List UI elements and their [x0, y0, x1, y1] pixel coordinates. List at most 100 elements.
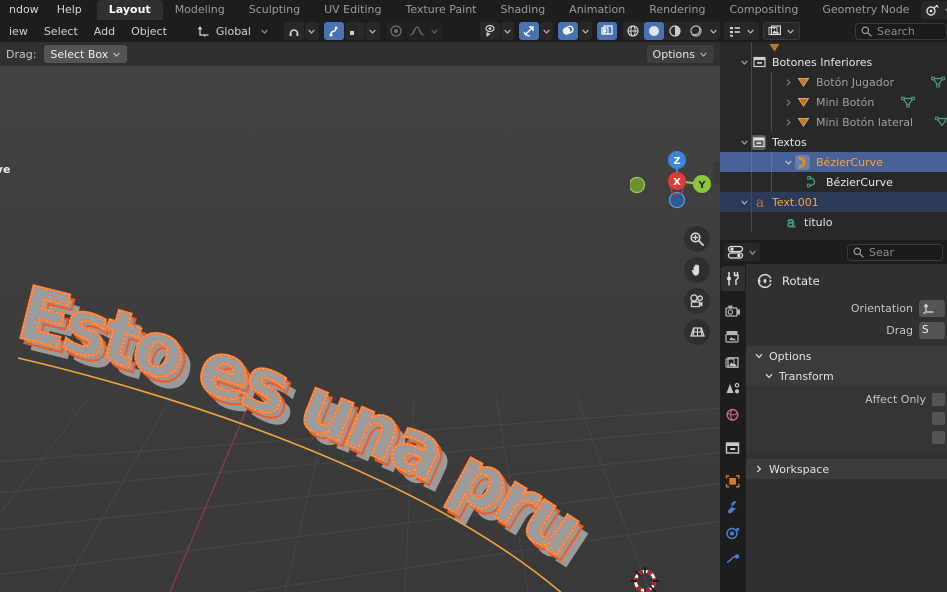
properties-search-input[interactable]: Sear: [847, 243, 943, 261]
outliner-row-clipped[interactable]: [720, 42, 947, 52]
tab-world[interactable]: [721, 403, 745, 428]
tab-tool[interactable]: [721, 266, 745, 291]
scene-browse-button[interactable]: [921, 1, 947, 19]
tab-output[interactable]: [721, 325, 745, 350]
outliner-row-beziercurve-object[interactable]: BézierCurve: [720, 152, 947, 172]
workspace-tab-rendering[interactable]: Rendering: [637, 0, 717, 20]
move-view-icon[interactable]: [684, 257, 710, 283]
falloff-curve-icon[interactable]: [406, 22, 427, 40]
chevron-down-icon[interactable]: [540, 22, 553, 40]
workspace-tab-shading[interactable]: Shading: [488, 0, 557, 20]
drag-field[interactable]: S: [919, 321, 945, 339]
tab-constraints[interactable]: [721, 547, 745, 572]
disclosure-triangle-icon[interactable]: [782, 158, 795, 167]
affect-only-checkbox-3[interactable]: [932, 431, 945, 444]
snap-magnet-icon[interactable]: [283, 22, 304, 40]
panel-transform-header[interactable]: Transform: [746, 366, 947, 386]
chevron-down-icon[interactable]: [579, 22, 592, 40]
panel-options-header[interactable]: Options: [746, 346, 947, 366]
snap-element-dropdown[interactable]: [344, 22, 365, 40]
show-overlays-icon[interactable]: [558, 22, 578, 40]
mesh-data-icon[interactable]: [935, 116, 947, 128]
tab-object[interactable]: [721, 469, 745, 494]
tab-render[interactable]: [721, 299, 745, 324]
chevron-down-icon[interactable]: [784, 22, 797, 40]
outliner-row-mini-boton-lateral[interactable]: Mini Botón lateral: [720, 112, 947, 132]
shading-rendered-icon[interactable]: [686, 22, 706, 40]
editor-type-selector[interactable]: [724, 243, 760, 261]
mesh-data-icon[interactable]: [901, 96, 915, 108]
shading-material-icon[interactable]: [665, 22, 685, 40]
workspace-tab-animation[interactable]: Animation: [557, 0, 637, 20]
properties-editor[interactable]: Sear Rotate Orientation Drag S Options T…: [720, 240, 947, 592]
chevron-down-icon[interactable]: [744, 22, 757, 40]
outliner-row-titulo[interactable]: a titulo: [720, 212, 947, 232]
outliner-row-text-001[interactable]: a Text.001: [720, 192, 947, 212]
mesh-data-icon[interactable]: [931, 76, 945, 88]
outliner-search-input[interactable]: Search: [855, 22, 947, 40]
viewport-sidebar-toggle[interactable]: [713, 162, 720, 184]
transform-orientation-icon: [197, 24, 211, 38]
proportional-edit-icon[interactable]: [385, 22, 406, 40]
disclosure-triangle-icon[interactable]: [782, 78, 795, 87]
options-button[interactable]: Options: [646, 45, 714, 63]
3d-viewport[interactable]: Esto es una prueba Esto es una prueba Es…: [0, 66, 720, 592]
tab-view-layer[interactable]: [721, 351, 745, 376]
tab-physics[interactable]: [721, 521, 745, 546]
disclosure-triangle-icon[interactable]: [738, 198, 751, 207]
tab-scene[interactable]: [721, 377, 745, 402]
tab-collection[interactable]: [721, 436, 745, 461]
affect-only-checkbox-1[interactable]: [932, 393, 945, 406]
outliner-display-mode[interactable]: [724, 22, 759, 40]
workspace-tab-geometry-nodes[interactable]: Geometry Node: [810, 0, 921, 20]
menu-help[interactable]: Help: [48, 0, 91, 20]
outliner-filter-button[interactable]: [763, 22, 800, 40]
workspace-tab-sculpting[interactable]: Sculpting: [237, 0, 312, 20]
menu-view[interactable]: iew: [2, 25, 35, 38]
menu-select[interactable]: Select: [37, 25, 85, 38]
transform-orientation-dropdown[interactable]: Global: [192, 22, 274, 40]
shading-wireframe-icon[interactable]: [623, 22, 643, 40]
chevron-down-icon[interactable]: [427, 22, 442, 40]
shading-solid-icon[interactable]: [644, 22, 664, 40]
xray-toggle-icon[interactable]: [597, 22, 617, 40]
drag-mode-dropdown[interactable]: Select Box: [44, 45, 128, 63]
snap-target-icon[interactable]: [323, 22, 344, 40]
camera-view-icon[interactable]: [684, 288, 710, 314]
disclosure-triangle-icon[interactable]: [738, 138, 751, 147]
show-gizmo-icon[interactable]: [519, 22, 539, 40]
chevron-down-icon[interactable]: [501, 22, 514, 40]
menu-object[interactable]: Object: [124, 25, 174, 38]
chevron-down-icon[interactable]: [365, 22, 380, 40]
chevron-down-icon[interactable]: [707, 22, 720, 40]
outliner-row-botones-inferiores[interactable]: Botones Inferiores: [720, 52, 947, 72]
panel-workspace-header[interactable]: Workspace: [746, 459, 947, 479]
outliner-row-textos[interactable]: Textos: [720, 132, 947, 152]
snap-dropdown-chevron[interactable]: [304, 22, 319, 40]
workspace-tab-compositing[interactable]: Compositing: [717, 0, 810, 20]
text-3d-object[interactable]: Esto es una prueba Esto es una prueba Es…: [0, 66, 720, 592]
zoom-view-icon[interactable]: [684, 226, 710, 252]
outliner-row-boton-jugador[interactable]: Botón Jugador: [720, 72, 947, 92]
workspace-tab-texture-paint[interactable]: Texture Paint: [394, 0, 489, 20]
toggle-perspective-icon[interactable]: [684, 319, 710, 345]
orientation-field[interactable]: [919, 299, 945, 317]
tab-modifiers[interactable]: [721, 495, 745, 520]
affect-only-checkbox-2[interactable]: [932, 412, 945, 425]
panel-workspace: Workspace: [746, 459, 947, 479]
visibility-selectability-icon[interactable]: [480, 22, 500, 40]
outliner-row-mini-boton[interactable]: Mini Botón: [720, 92, 947, 112]
disclosure-triangle-icon[interactable]: [782, 118, 795, 127]
disclosure-triangle-icon[interactable]: [782, 98, 795, 107]
disclosure-triangle-icon[interactable]: [738, 58, 751, 67]
outliner-row-beziercurve-data[interactable]: BézierCurve: [720, 172, 947, 192]
navigation-gizmo[interactable]: Z X Y: [630, 144, 714, 228]
menu-window[interactable]: ndow: [0, 0, 48, 20]
menu-add[interactable]: Add: [87, 25, 122, 38]
outliner[interactable]: Botones Inferiores Botón Jugador Mini Bo…: [720, 42, 947, 240]
workspace-tab-modeling[interactable]: Modeling: [163, 0, 237, 20]
workspace-tab-layout[interactable]: Layout: [96, 0, 163, 20]
filter-image-icon[interactable]: [766, 22, 783, 40]
workspace-tab-uv-editing[interactable]: UV Editing: [312, 0, 393, 20]
view-layer-icon[interactable]: [726, 22, 743, 40]
